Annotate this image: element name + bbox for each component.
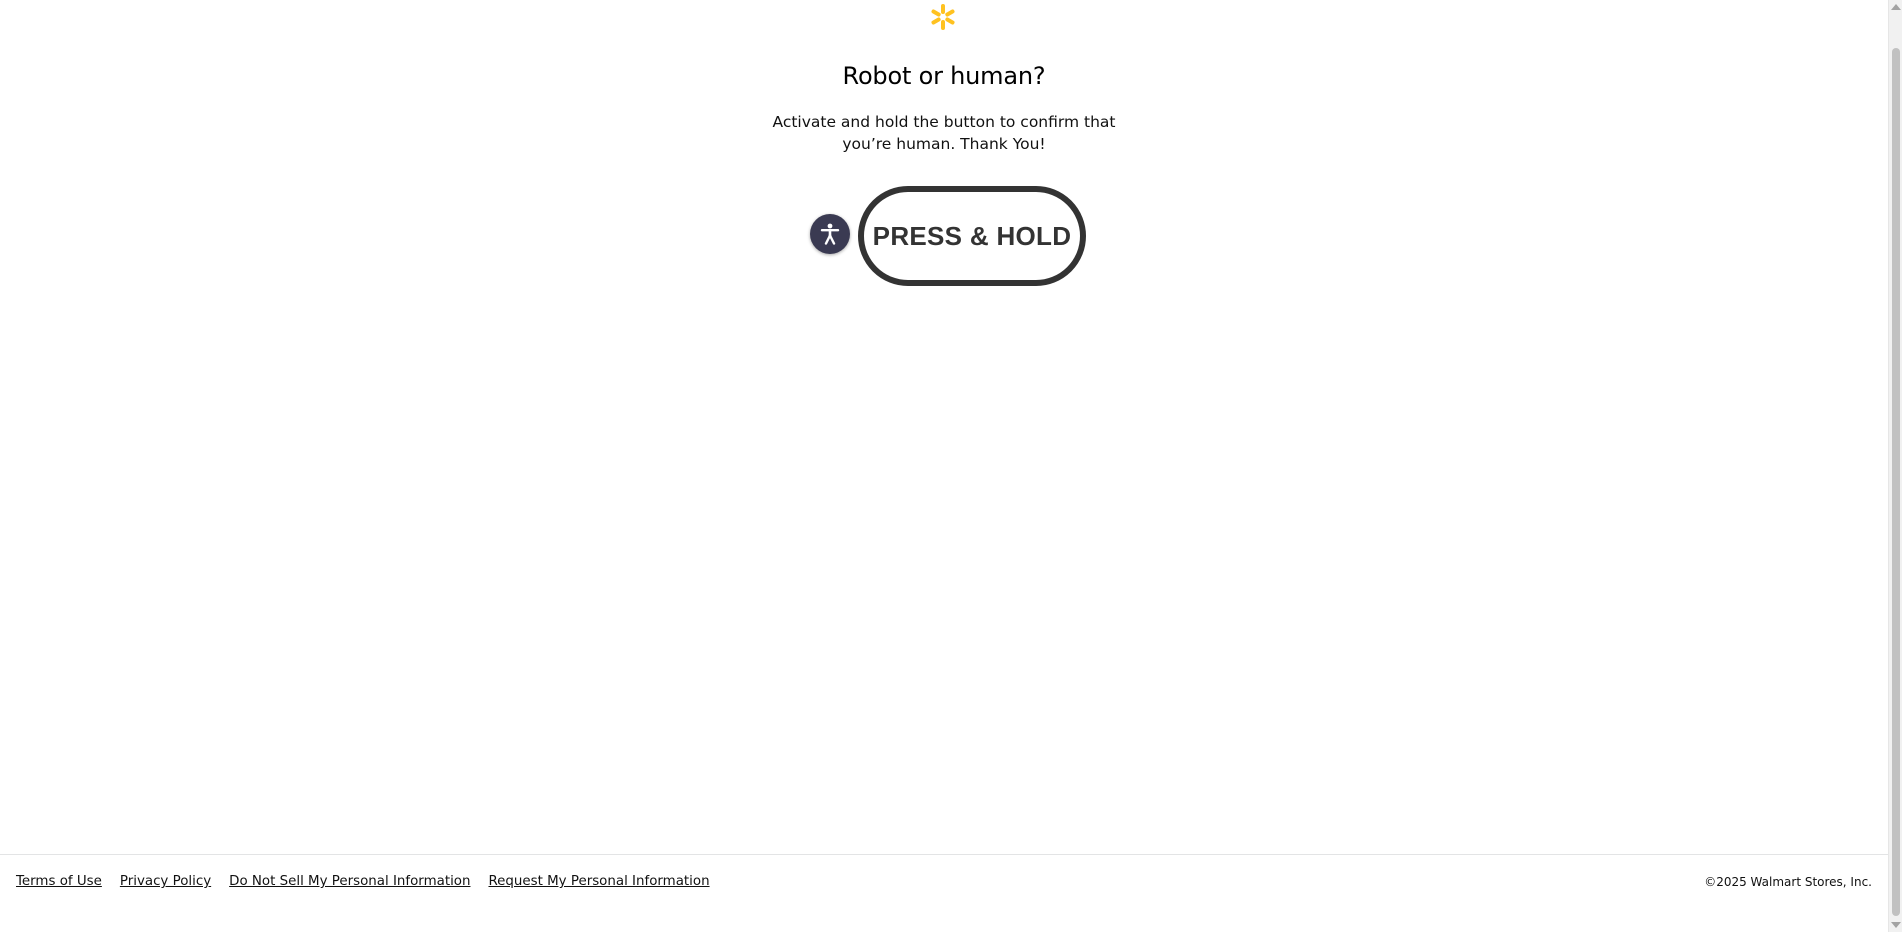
copyright-text: ©2025 Walmart Stores, Inc. xyxy=(1704,875,1872,889)
terms-of-use-link[interactable]: Terms of Use xyxy=(16,874,102,889)
scroll-down-arrow-icon[interactable] xyxy=(1891,922,1901,928)
scroll-up-arrow-icon[interactable] xyxy=(1891,4,1901,10)
page-title: Robot or human? xyxy=(842,62,1046,90)
instructions-text: Activate and hold the button to confirm … xyxy=(0,111,1888,155)
page: Robot or human? Activate and hold the bu… xyxy=(0,0,1902,932)
request-personal-info-link[interactable]: Request My Personal Information xyxy=(488,874,709,889)
vertical-scrollbar[interactable] xyxy=(1888,0,1902,932)
do-not-sell-link[interactable]: Do Not Sell My Personal Information xyxy=(229,874,470,889)
footer: Terms of Use Privacy Policy Do Not Sell … xyxy=(0,854,1888,932)
footer-links: Terms of Use Privacy Policy Do Not Sell … xyxy=(16,874,728,889)
accessibility-button[interactable] xyxy=(810,214,850,254)
instructions-line-1: Activate and hold the button to confirm … xyxy=(772,113,1116,131)
privacy-policy-link[interactable]: Privacy Policy xyxy=(120,874,211,889)
scrollbar-thumb[interactable] xyxy=(1892,48,1900,916)
main-content: Robot or human? Activate and hold the bu… xyxy=(0,0,1888,854)
press-and-hold-button[interactable]: PRESS & HOLD xyxy=(858,186,1086,286)
press-and-hold-label: PRESS & HOLD xyxy=(872,220,1072,251)
accessibility-person-icon xyxy=(820,223,840,245)
instructions-line-2: you’re human. Thank You! xyxy=(842,135,1046,153)
walmart-spark-icon xyxy=(931,4,955,30)
